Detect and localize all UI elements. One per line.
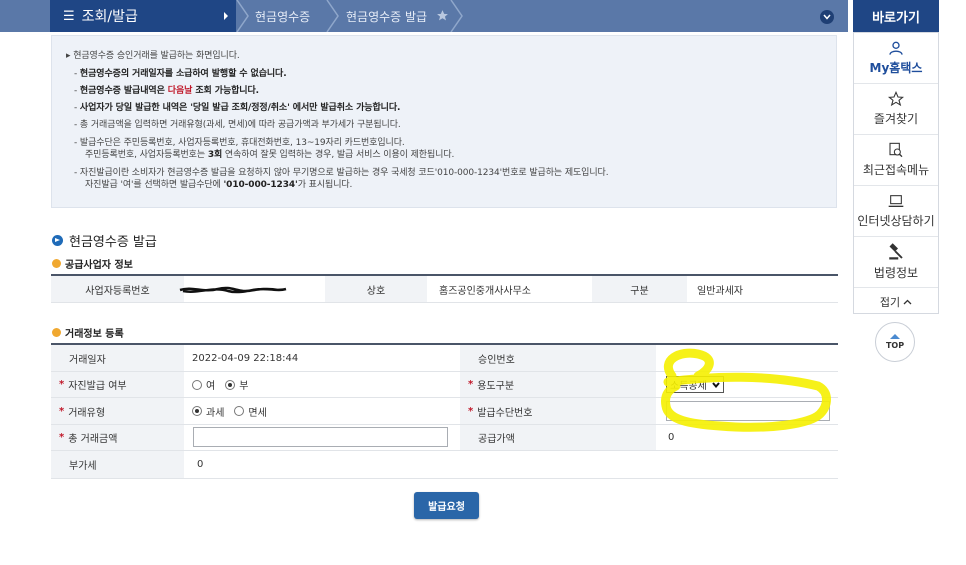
type-label: 구분 <box>592 276 687 303</box>
total-amount-input[interactable] <box>193 427 448 447</box>
name-label: 상호 <box>325 276 427 303</box>
type-value: 일반과세자 <box>687 276 838 303</box>
breadcrumb-separator-icon <box>450 0 463 32</box>
sidebar-item-label: 법령정보 <box>873 266 919 280</box>
notice-line: - 현금영수증의 거래일자를 소급하여 발행할 수 없습니다. <box>74 69 287 79</box>
supply-value: 0 <box>656 425 838 451</box>
sidebar-item-online-consult[interactable]: 인터넷상담하기 <box>854 186 938 237</box>
scroll-to-top-button[interactable]: TOP <box>875 322 915 362</box>
sidebar-item-favorites[interactable]: 즐겨찾기 <box>854 84 938 135</box>
approval-value <box>656 345 838 372</box>
recent-menu-icon <box>889 142 903 158</box>
means-input[interactable] <box>666 401 830 421</box>
notice-line: 자진발급 '여'를 선택하면 발급수단에 '010-000-1234'가 표시됩… <box>85 180 353 190</box>
self-issue-label: * 자진발급 여부 <box>51 372 184 398</box>
chevron-down-icon <box>712 382 720 388</box>
total-cell <box>184 425 460 451</box>
chevron-down-icon <box>823 14 831 20</box>
approval-label: 승인번호 <box>460 345 656 372</box>
transaction-table: 거래일자 2022-04-09 22:18:44 승인번호 * 자진발급 여부 여… <box>51 343 838 479</box>
sidebar-item-my-hometax[interactable]: My홈택스 <box>854 33 938 84</box>
self-issue-no-radio[interactable]: 부 <box>225 377 248 392</box>
trade-type-taxable-radio[interactable]: 과세 <box>192 404 224 419</box>
supply-label: 공급가액 <box>460 425 656 451</box>
quick-links-panel: My홈택스 즐겨찾기 최근접속메뉴 인터넷상담하기 법령정보 접기 <box>853 32 939 314</box>
bizno-value <box>179 276 325 303</box>
purpose-cell: 소득공제 <box>656 372 838 398</box>
date-value: 2022-04-09 22:18:44 <box>184 345 460 372</box>
top-navigation-bar: ☰ 조회/발급 현금영수증 현금영수증 발급 <box>0 0 848 32</box>
fold-label: 접기 <box>879 296 901 309</box>
self-issue-yes-radio[interactable]: 여 <box>192 377 215 392</box>
notice-line: - 총 거래금액을 입력하면 거래유형(과세, 면세)에 따라 공급가액과 부가… <box>74 120 401 130</box>
name-value: 홈즈공인중개사사무소 <box>427 276 592 303</box>
sidebar-item-label: 즐겨찾기 <box>873 112 919 126</box>
menu-title: 조회/발급 <box>81 9 138 25</box>
arrow-up-icon <box>890 334 900 339</box>
star-favorite-icon[interactable] <box>436 9 449 22</box>
sidebar-item-law-info[interactable]: 법령정보 <box>854 237 938 288</box>
bullet-icon <box>52 328 61 337</box>
sidebar-item-label: My홈택스 <box>869 61 923 75</box>
fold-button[interactable]: 접기 <box>854 290 938 314</box>
gavel-icon <box>889 243 903 260</box>
vat-label: 부가세 <box>51 451 184 479</box>
breadcrumb-item-1[interactable]: 현금영수증 <box>255 0 310 32</box>
laptop-icon <box>888 195 904 207</box>
page-section-title: 현금영수증 발급 <box>52 231 157 250</box>
issue-request-button[interactable]: 발급요청 <box>414 492 479 519</box>
breadcrumb-item-2[interactable]: 현금영수증 발급 <box>346 0 427 32</box>
self-issue-radio-group: 여 부 <box>184 372 460 398</box>
expand-circle-button[interactable] <box>820 10 834 24</box>
sidebar-item-recent-menu[interactable]: 최근접속메뉴 <box>854 135 938 186</box>
notice-box: ▸ 현금영수증 승인거래를 발급하는 화면입니다. - 현금영수증의 거래일자를… <box>51 35 837 208</box>
sidebar-item-label: 최근접속메뉴 <box>862 163 930 177</box>
transaction-section-title: 거래정보 등록 <box>52 325 124 340</box>
means-label: * 발급수단번호 <box>460 398 656 425</box>
notice-line: - 사업자가 당일 발급한 내역은 '당일 발급 조회/정정/취소' 에서만 발… <box>74 103 401 113</box>
breadcrumb-separator-icon <box>326 0 339 32</box>
notice-line: ▸ 현금영수증 승인거래를 발급하는 화면입니다. <box>66 51 240 61</box>
hamburger-icon: ☰ <box>63 8 75 24</box>
trade-type-radio-group: 과세 면세 <box>184 398 460 425</box>
caret-right-icon <box>224 12 228 20</box>
notice-line: 주민등록번호, 사업자등록번호는 3회 연속하여 잘못 입력하는 경우, 발급 … <box>85 150 455 160</box>
breadcrumb-separator-icon <box>236 0 249 32</box>
bizno-label: 사업자등록번호 <box>51 276 184 303</box>
supplier-table: 사업자등록번호 상호 홈즈공인중개사사무소 구분 일반과세자 <box>51 274 838 303</box>
trade-type-label: * 거래유형 <box>51 398 184 425</box>
top-label: TOP <box>885 341 905 350</box>
sidebar-item-label: 인터넷상담하기 <box>857 214 935 228</box>
purpose-select[interactable]: 소득공제 <box>666 376 724 393</box>
means-cell <box>656 398 838 425</box>
date-label: 거래일자 <box>51 345 184 372</box>
vat-value: 0 <box>184 451 838 479</box>
sidebar-header: 바로가기 <box>853 0 939 32</box>
redaction-scribble <box>179 286 287 294</box>
chevron-up-icon <box>903 299 912 305</box>
section-title-text: 현금영수증 발급 <box>69 235 157 250</box>
total-label: * 총 거래금액 <box>51 425 184 451</box>
person-icon <box>889 41 903 55</box>
purpose-label: * 용도구분 <box>460 372 656 398</box>
menu-dropdown[interactable]: ☰ 조회/발급 <box>50 0 236 32</box>
trade-type-exempt-radio[interactable]: 면세 <box>234 404 267 419</box>
arrow-circle-icon <box>52 235 63 246</box>
notice-line: - 현금영수증 발급내역은 다음날 조회 가능합니다. <box>74 86 259 96</box>
supplier-section-title: 공급사업자 정보 <box>52 256 133 271</box>
bullet-icon <box>52 259 61 268</box>
star-icon <box>888 91 904 107</box>
